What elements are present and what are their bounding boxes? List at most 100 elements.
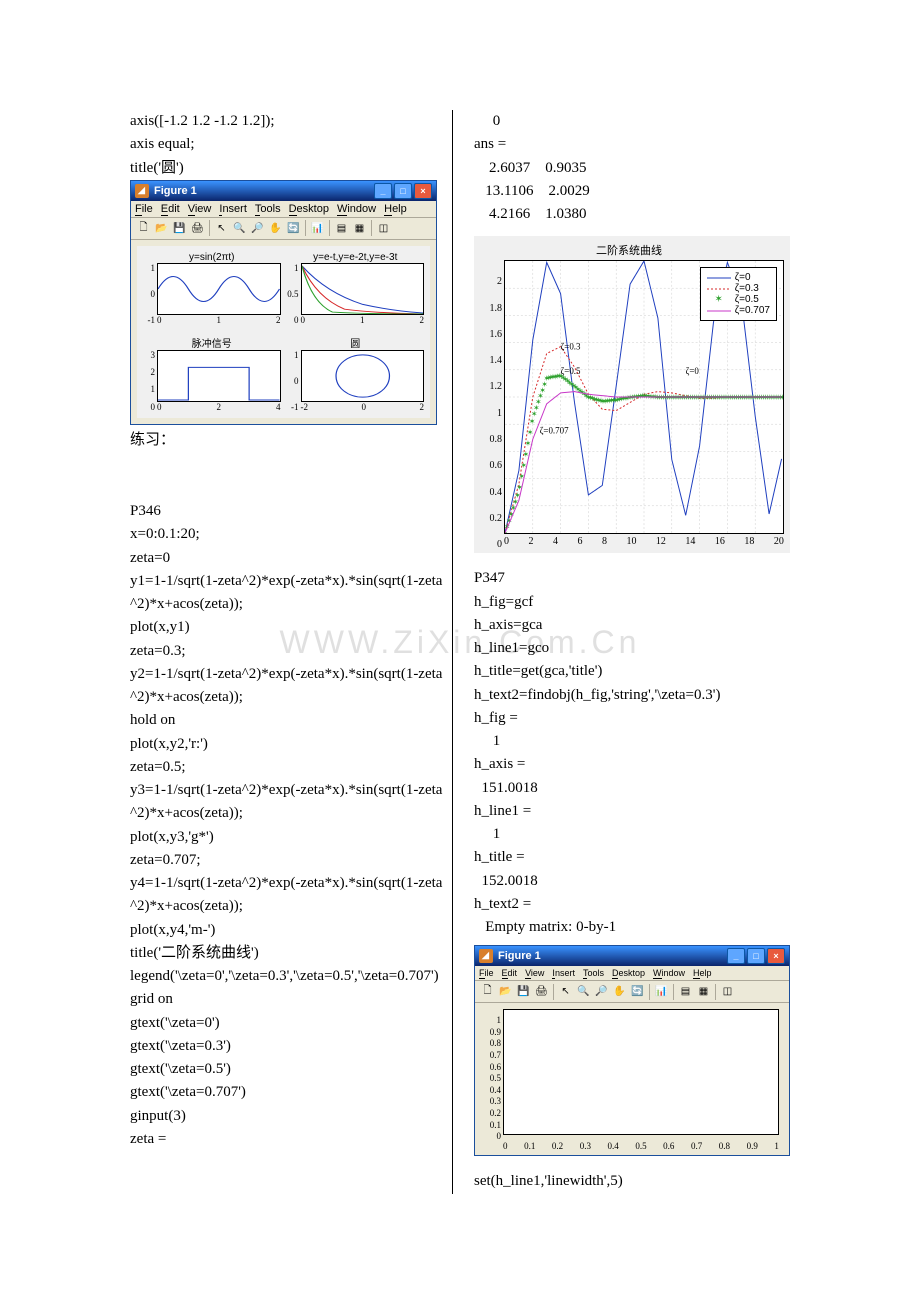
subplot-pulse: 脉冲信号 3 2 1 0 [143,335,281,412]
pan-icon[interactable]: ✋ [611,983,628,1000]
minimize-button[interactable]: _ [727,948,745,964]
print-icon[interactable]: 🖨 [533,983,550,1000]
menu-help[interactable]: Help [384,203,407,215]
code-line: P346 [130,500,445,523]
menu-window[interactable]: Window [653,968,685,978]
svg-text:ζ=0.5: ζ=0.5 [561,366,581,376]
menu-view[interactable]: View [525,968,544,978]
code-line: zeta=0.707; [130,849,445,872]
dock-icon[interactable]: ◫ [375,220,392,237]
menu-view[interactable]: View [188,203,212,215]
output-line: h_title = [474,846,790,869]
output-line: 13.1106 2.0029 [474,180,790,203]
zoom-in-icon[interactable]: 🔍 [575,983,592,1000]
pan-icon[interactable]: ✋ [267,220,284,237]
rotate-icon[interactable]: 🔄 [285,220,302,237]
x-ticks: 0 2 4 [157,402,281,412]
print-icon[interactable]: 🖨 [189,220,206,237]
close-button[interactable]: × [767,948,785,964]
pointer-icon[interactable]: ↖ [213,220,230,237]
open-icon[interactable]: 📂 [153,220,170,237]
y-ticks: 1 0 -1 [143,263,155,325]
save-icon[interactable]: 💾 [171,220,188,237]
code-line: plot(x,y4,'m-') [130,919,445,942]
new-icon[interactable]: 🗋 [479,983,496,1000]
menu-tools[interactable]: Tools [255,203,281,215]
figure-canvas: y=sin(2πt) 1 0 -1 [137,246,430,418]
output-line: Empty matrix: 0-by-1 [474,916,790,939]
figure-title-text: Figure 1 [498,950,541,962]
code-line: h_text2=findobj(h_fig,'string','\zeta=0.… [474,684,790,707]
maximize-button[interactable]: □ [394,183,412,199]
new-icon[interactable]: 🗋 [135,220,152,237]
svg-text:ζ=0.707: ζ=0.707 [540,426,569,436]
svg-text:✶: ✶ [525,439,532,448]
legend-item: ζ=0 [707,272,770,283]
legend-icon[interactable]: ▦ [351,220,368,237]
menu-edit[interactable]: Edit [161,203,180,215]
code-line: axis([-1.2 1.2 -1.2 1.2]); [130,110,445,133]
svg-text:✶: ✶ [527,428,534,437]
code-line: legend('\zeta=0','\zeta=0.3','\zeta=0.5'… [130,965,445,988]
code-line: title('二阶系统曲线') [130,942,445,965]
figure-titlebar[interactable]: Figure 1 _ □ × [475,946,789,966]
code-line: zeta = [130,1128,445,1151]
open-icon[interactable]: 📂 [497,983,514,1000]
chart-title: 二阶系统曲线 [474,242,784,258]
output-line: 4.2166 1.0380 [474,203,790,226]
chart-legend[interactable]: ζ=0 ζ=0.3 ✶ζ=0.5 ζ=0.707 [700,267,777,321]
data-cursor-icon[interactable]: 📊 [309,220,326,237]
pointer-icon[interactable]: ↖ [557,983,574,1000]
subplot-title: 圆 [287,335,425,350]
zoom-out-icon[interactable]: 🔎 [593,983,610,1000]
menu-edit[interactable]: Edit [502,968,518,978]
zoom-in-icon[interactable]: 🔍 [231,220,248,237]
code-line: plot(x,y1) [130,616,445,639]
menu-desktop[interactable]: Desktop [289,203,329,215]
output-line: ans = [474,133,790,156]
code-line: h_line1=gco [474,637,790,660]
sine-curve [158,264,280,314]
code-line: P347 [474,567,790,590]
chart-y-ticks: 0 0.2 0.4 0.6 0.8 1 1.2 1.4 1.6 1.8 2 [480,276,502,550]
data-cursor-icon[interactable]: 📊 [653,983,670,1000]
code-line: set(h_line1,'linewidth',5) [474,1170,790,1193]
matlab-figure-window-1: Figure 1 _ □ × File Edit View Insert Too… [130,180,437,425]
practice-label: 练习： [130,429,445,452]
menu-tools[interactable]: Tools [583,968,604,978]
dock-icon[interactable]: ◫ [719,983,736,1000]
y-ticks: 1 0 -1 [287,350,299,412]
subplot-title: y=e-t,y=e-2t,y=e-3t [287,252,425,263]
output-line: h_axis = [474,753,790,776]
output-line: 1 [474,823,790,846]
menu-file[interactable]: File [135,203,153,215]
legend-icon[interactable]: ▦ [695,983,712,1000]
figure-menubar[interactable]: File Edit View Insert Tools Desktop Wind… [131,201,436,217]
menu-file[interactable]: File [479,968,494,978]
figure-titlebar[interactable]: Figure 1 _ □ × [131,181,436,201]
code-line: plot(x,y2,'r:') [130,733,445,756]
menu-insert[interactable]: Insert [552,968,575,978]
legend-item: ζ=0.707 [707,305,770,316]
output-line: 0 [474,110,790,133]
menu-help[interactable]: Help [693,968,712,978]
code-line: grid on [130,988,445,1011]
minimize-button[interactable]: _ [374,183,392,199]
maximize-button[interactable]: □ [747,948,765,964]
code-line: ginput(3) [130,1105,445,1128]
code-line: zeta=0 [130,547,445,570]
output-line: 151.0018 [474,777,790,800]
zoom-out-icon[interactable]: 🔎 [249,220,266,237]
colorbar-icon[interactable]: ▤ [333,220,350,237]
menu-desktop[interactable]: Desktop [612,968,645,978]
code-line: zeta=0.5; [130,756,445,779]
save-icon[interactable]: 💾 [515,983,532,1000]
legend-item: ✶ζ=0.5 [707,294,770,305]
close-button[interactable]: × [414,183,432,199]
rotate-icon[interactable]: 🔄 [629,983,646,1000]
colorbar-icon[interactable]: ▤ [677,983,694,1000]
figure-menubar[interactable]: File Edit View Insert Tools Desktop Wind… [475,966,789,980]
code-line: gtext('\zeta=0.3') [130,1035,445,1058]
menu-window[interactable]: Window [337,203,376,215]
menu-insert[interactable]: Insert [219,203,247,215]
